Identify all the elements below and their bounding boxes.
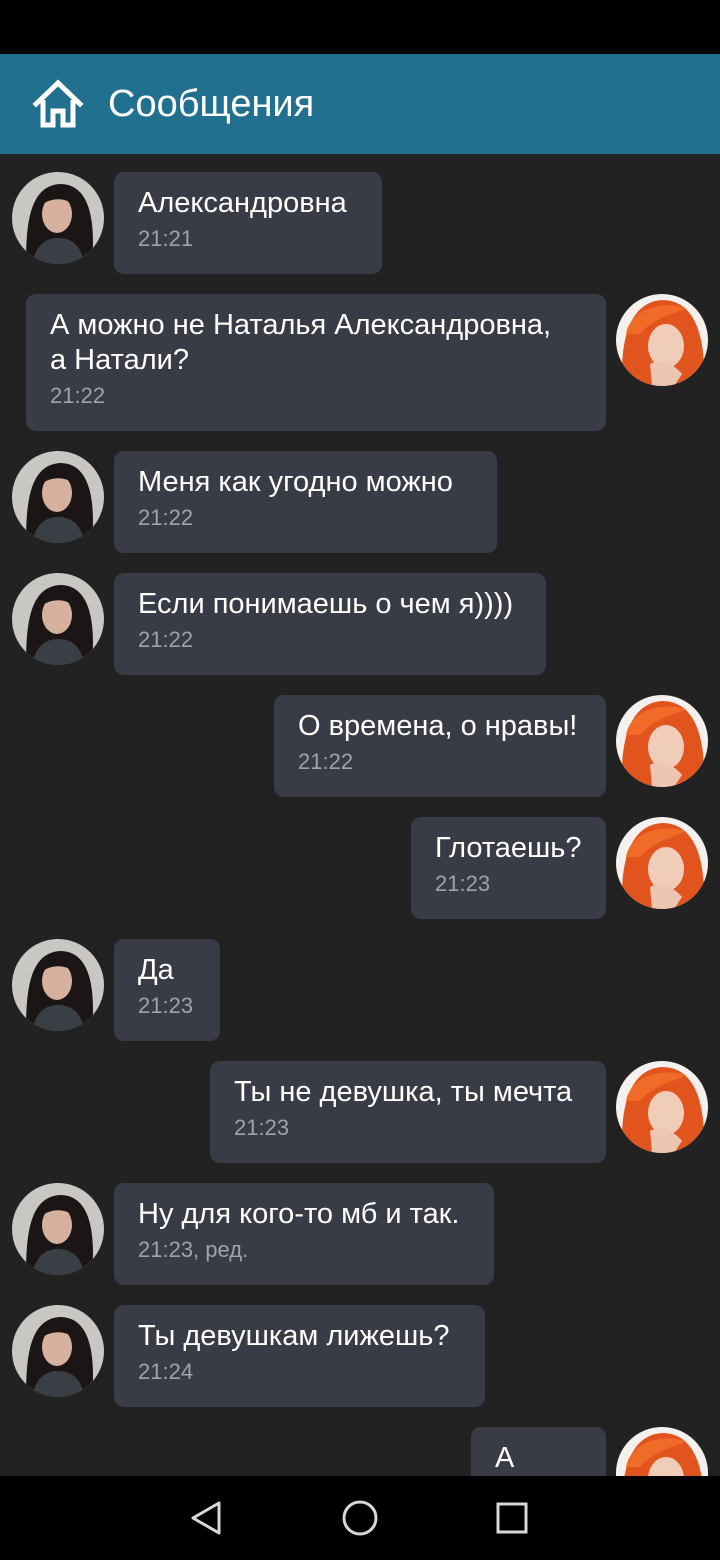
home-icon[interactable] [32,78,84,130]
message-text: Глотаешь? [435,832,582,864]
message-time: 21:22 [138,627,194,652]
message-text: Да [138,954,174,986]
message-text: Александровна [138,187,347,219]
home-circle-icon [342,1500,378,1536]
message-bubble[interactable]: О времена, о нравы! 21:22 [274,695,606,797]
contact-avatar[interactable] [12,1305,104,1397]
message-time: 21:22 [298,749,354,774]
my-avatar[interactable] [616,294,708,386]
my-avatar[interactable] [616,817,708,909]
message-bubble[interactable]: А что? [471,1427,606,1476]
my-avatar[interactable] [616,1061,708,1153]
message-time: 21:21 [138,226,194,251]
message-list[interactable]: Александровна 21:21 А можно не Наталья А… [0,154,720,1476]
recents-icon [496,1502,528,1534]
recents-button[interactable] [462,1476,562,1560]
status-bar [0,0,720,54]
home-button[interactable] [310,1476,410,1560]
my-avatar[interactable] [616,1427,708,1476]
system-nav-bar [0,1476,720,1560]
contact-avatar[interactable] [12,573,104,665]
my-avatar[interactable] [616,695,708,787]
message-time: 21:23, ред. [138,1237,249,1262]
message-text: А можно не Наталья Александровна, а Ната… [50,309,552,376]
message-time: 21:23 [435,871,491,896]
message-text: Ты не девушка, ты мечта [234,1076,573,1108]
message-bubble[interactable]: Ты девушкам лижешь? 21:24 [114,1305,485,1407]
message-time: 21:22 [50,383,106,408]
contact-avatar[interactable] [12,939,104,1031]
message-time: 21:23 [138,993,194,1018]
message-text: Ну для кого-то мб и так. [138,1198,460,1230]
message-time: 21:22 [138,505,194,530]
message-text: Если понимаешь о чем я)))) [138,588,514,620]
page-title: Сообщения [108,83,315,125]
back-icon [191,1501,221,1535]
back-button[interactable] [156,1476,256,1560]
message-bubble[interactable]: Ну для кого-то мб и так. 21:23, ред. [114,1183,494,1285]
message-text: Меня как угодно можно [138,466,453,498]
message-bubble[interactable]: Александровна 21:21 [114,172,382,274]
message-bubble[interactable]: Глотаешь? 21:23 [411,817,606,919]
contact-avatar[interactable] [12,1183,104,1275]
app-bar: Сообщения [0,54,720,154]
message-text: Ты девушкам лижешь? [138,1320,450,1352]
message-bubble[interactable]: Если понимаешь о чем я)))) 21:22 [114,573,546,675]
message-bubble[interactable]: Да 21:23 [114,939,220,1041]
message-bubble[interactable]: Ты не девушка, ты мечта 21:23 [210,1061,606,1163]
contact-avatar[interactable] [12,451,104,543]
contact-avatar[interactable] [12,172,104,264]
message-time: 21:23 [234,1115,290,1140]
message-text: О времена, о нравы! [298,710,578,742]
message-text: А что? [495,1442,515,1474]
message-time: 21:24 [138,1359,194,1384]
message-bubble[interactable]: Меня как угодно можно 21:22 [114,451,497,553]
message-bubble[interactable]: А можно не Наталья Александровна, а Ната… [26,294,606,431]
